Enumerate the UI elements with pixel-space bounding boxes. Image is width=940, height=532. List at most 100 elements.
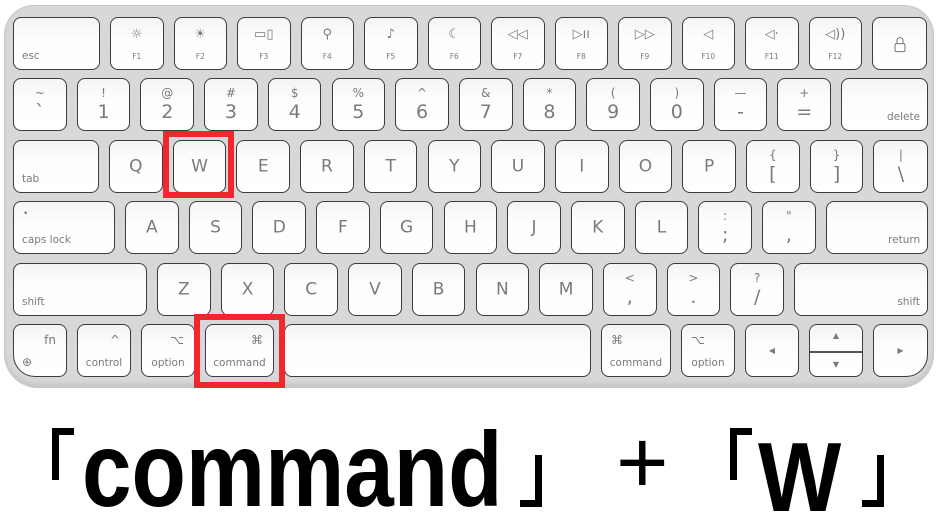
key-shift[interactable]: shift xyxy=(794,263,928,316)
key-p[interactable]: P xyxy=(682,140,736,193)
key-z[interactable]: Z xyxy=(157,263,211,316)
key-f[interactable]: F xyxy=(316,201,370,254)
key-f7[interactable]: ◁◁ F7 xyxy=(491,17,545,70)
key-return[interactable]: return xyxy=(825,201,929,254)
key-8[interactable]: * 8 xyxy=(522,78,577,131)
key-r3k11[interactable]: ", xyxy=(762,201,816,254)
key-3[interactable]: #3 xyxy=(204,78,258,131)
key-shift-label: ~ xyxy=(34,86,45,100)
key-5[interactable]: % 5 xyxy=(331,78,386,131)
key-y[interactable]: Y xyxy=(427,140,482,193)
key-r1k12[interactable]: + = xyxy=(777,78,832,131)
key-option[interactable]: ⌥ option xyxy=(141,324,195,377)
key-arrow-up-down[interactable]: ▲ ▼ xyxy=(809,324,863,377)
fast-forward-icon: ▷▷ xyxy=(634,27,655,42)
key-delete[interactable]: delete xyxy=(841,78,929,131)
key-r2k13[interactable]: | \ xyxy=(873,140,929,193)
key-label: 4 xyxy=(288,101,301,123)
key-f6[interactable]: ☾ F6 xyxy=(427,17,481,70)
key-tab[interactable]: tab xyxy=(13,140,99,193)
key-2[interactable]: @2 xyxy=(140,78,195,131)
key-shift-label: : xyxy=(723,209,728,223)
key-c[interactable]: C xyxy=(284,263,339,316)
key-6[interactable]: ^ 6 xyxy=(395,78,449,131)
key-shift-label: " xyxy=(786,209,792,223)
key-f9[interactable]: ▷▷ F9 xyxy=(618,17,672,70)
key-label: U xyxy=(511,156,525,176)
key-f10[interactable]: ◁ F10 xyxy=(681,17,735,70)
key-caps-lock[interactable]: • caps lock xyxy=(13,201,115,254)
arrow-right-key[interactable]: ▶ xyxy=(873,324,928,377)
key-x[interactable]: X xyxy=(220,263,275,316)
key-f2[interactable]: ☀ F2 xyxy=(173,17,227,70)
key-t[interactable]: T xyxy=(363,140,418,193)
key-m[interactable]: M xyxy=(539,263,593,316)
key-g[interactable]: G xyxy=(379,201,434,254)
key-f12[interactable]: ◁)) F12 xyxy=(808,17,862,70)
key-1[interactable]: ! 1 xyxy=(76,78,131,131)
key-0[interactable]: ) 0 xyxy=(650,78,704,131)
key-i[interactable]: I xyxy=(554,140,609,193)
key-control[interactable]: ^ control xyxy=(77,324,131,377)
highlight-command-key xyxy=(194,314,285,388)
key-r2k12[interactable]: }] xyxy=(809,140,864,193)
key-label: 7 xyxy=(479,101,492,123)
key-s[interactable]: S xyxy=(188,201,243,254)
microphone-icon: ♪ xyxy=(386,27,395,42)
key-space[interactable] xyxy=(284,324,591,377)
key-f8[interactable]: ▷ıı F8 xyxy=(554,17,608,70)
key-label: G xyxy=(400,217,414,237)
key-shift[interactable]: shift xyxy=(13,263,147,316)
key-r4k10[interactable]: ? / xyxy=(730,263,784,316)
key-r3k10[interactable]: :; xyxy=(698,201,752,254)
key-f5[interactable]: ♪ F5 xyxy=(364,17,418,70)
key-label: \ xyxy=(897,163,905,185)
key-f4[interactable]: ⚲ F4 xyxy=(300,17,354,70)
key-q[interactable]: Q xyxy=(109,140,163,193)
key-l[interactable]: L xyxy=(634,201,689,254)
key-label: Z xyxy=(178,279,190,299)
key-n[interactable]: N xyxy=(475,263,530,316)
key-r[interactable]: R xyxy=(300,140,354,193)
key-r4k9[interactable]: >. xyxy=(666,263,721,316)
key-command[interactable]: ⌘ command xyxy=(601,324,671,377)
key-7[interactable]: & 7 xyxy=(458,78,513,131)
key-r1k11[interactable]: — - xyxy=(713,78,768,131)
arrow-left-key[interactable]: ◀ xyxy=(745,324,799,377)
key-label: caps lock xyxy=(22,233,71,246)
key-b[interactable]: B xyxy=(411,263,466,316)
key-r2k11[interactable]: {[ xyxy=(746,140,800,193)
key-4[interactable]: $4 xyxy=(267,78,322,131)
key-u[interactable]: U xyxy=(491,140,545,193)
key-j[interactable]: J xyxy=(507,201,561,254)
key-o[interactable]: O xyxy=(618,140,673,193)
key-v[interactable]: V xyxy=(348,263,402,316)
key-e[interactable]: E xyxy=(236,140,291,193)
key-f1[interactable]: ☼ F1 xyxy=(110,17,164,70)
key-label: F9 xyxy=(640,51,650,61)
key-r1k0[interactable]: ~ ` xyxy=(13,78,67,131)
key-9[interactable]: (9 xyxy=(586,78,640,131)
key-shift-label: # xyxy=(225,86,236,100)
close-bracket-2 xyxy=(862,455,884,507)
globe-icon: ⊕ xyxy=(22,355,33,369)
key-fn[interactable]: fn ⊕ xyxy=(13,324,67,377)
key-k[interactable]: K xyxy=(570,201,625,254)
key-esc[interactable]: esc xyxy=(13,17,100,70)
key-label: T xyxy=(385,156,396,176)
key-h[interactable]: H xyxy=(443,201,498,254)
key-a[interactable]: A xyxy=(125,201,179,254)
arrow-right-icon: ▶ xyxy=(897,345,904,355)
play-pause-icon: ▷ıı xyxy=(572,27,590,42)
key-f3[interactable]: ▭▯ F3 xyxy=(237,17,291,70)
open-bracket-1 xyxy=(52,428,74,480)
key-label: B xyxy=(432,279,445,299)
key-r4k8[interactable]: <, xyxy=(602,263,657,316)
key-shift-label: * xyxy=(546,86,553,100)
key-lock[interactable] xyxy=(872,17,927,70)
rewind-icon: ◁◁ xyxy=(507,27,528,42)
key-f11[interactable]: ◁· F11 xyxy=(745,17,799,70)
key-label: F1 xyxy=(132,51,142,61)
key-d[interactable]: D xyxy=(252,201,307,254)
key-option[interactable]: ⌥ option xyxy=(681,324,735,377)
